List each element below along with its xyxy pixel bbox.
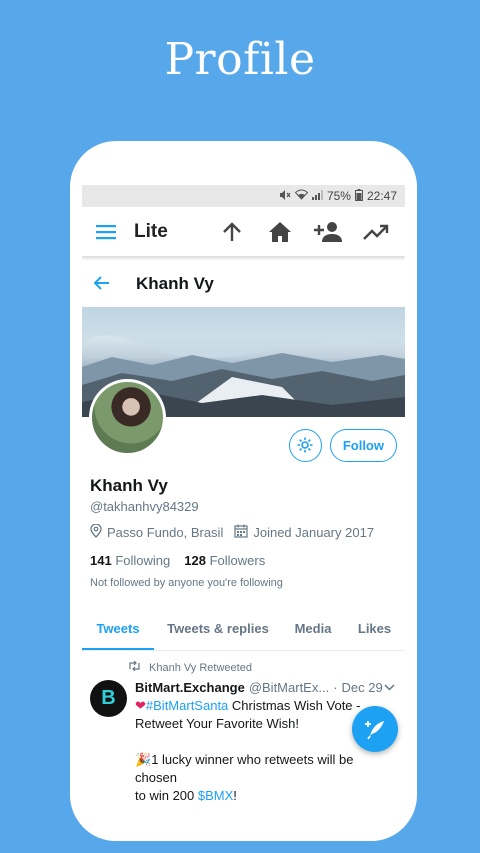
back-arrow-icon[interactable] [93,274,124,295]
cashtag-link[interactable]: $BMX [198,788,233,803]
profile-info: Khanh Vy @takhanhvy84329 Passo Fundo, Br… [82,476,405,589]
tweet-user-name[interactable]: BitMart.Exchange [135,680,245,695]
tab-tweets[interactable]: Tweets [82,609,154,650]
tweet-avatar[interactable]: B [90,680,127,717]
following-count: 141 [90,553,112,568]
tweet-line-2: 🎉1 lucky winner who retweets will be cho… [135,751,395,787]
tab-likes[interactable]: Likes [344,609,405,650]
phone-frame: 75% 22:47 Lite Khanh Vy Follow Khanh Vy … [70,141,417,841]
add-user-icon[interactable] [313,217,343,247]
followers-count: 128 [184,553,206,568]
follow-counts: 141 Following 128 Followers [90,553,397,568]
calendar-icon [234,524,248,541]
tweet-content-row: B BitMart.Exchange @BitMartEx... · Dec 2… [90,680,397,805]
profile-meta: Passo Fundo, Brasil Joined January 2017 [90,523,397,541]
profile-avatar[interactable] [89,379,166,456]
app-screen: 75% 22:47 Lite Khanh Vy Follow Khanh Vy … [82,185,405,841]
wifi-icon [294,189,309,203]
tweet-line-2-hidden: chosen [135,770,177,785]
battery-level: 75% [326,189,351,203]
mute-icon [279,189,291,204]
tab-tweets-replies[interactable]: Tweets & replies [154,609,282,650]
display-name: Khanh Vy [90,476,168,495]
user-handle: @takhanhvy84329 [90,499,199,514]
following-label: Following [115,553,171,568]
toolbar-actions [217,217,395,247]
tweet-user-handle: @BitMartEx... [248,680,330,695]
gear-icon [297,437,313,453]
location-icon [90,523,102,541]
app-brand: Lite [134,220,168,242]
arrow-up-icon[interactable] [217,217,247,247]
tweet-line-3-text: to win 200 [135,788,198,803]
compose-tweet-button[interactable] [352,706,398,752]
profile-header-name: Khanh Vy [136,274,214,293]
battery-icon [354,188,363,204]
tweet-line-3: to win 200 $BMX! [135,787,395,805]
following-link[interactable]: 141 Following [90,553,170,568]
home-icon[interactable] [265,217,295,247]
compose-quill-icon [365,721,384,740]
followers-label: Followers [209,553,266,568]
joined-text: Joined January 2017 [253,525,375,540]
trending-icon[interactable] [361,217,391,247]
profile-header: Khanh Vy [82,261,405,307]
heart-emoji-icon: ❤ [135,698,146,713]
retweet-label: Khanh Vy Retweeted [149,661,252,674]
separator-dot: · [333,680,338,695]
location-text: Passo Fundo, Brasil [107,525,224,540]
menu-icon[interactable] [92,218,120,246]
tweet-date: Dec 29 [341,680,383,695]
retweet-icon [128,660,141,674]
tab-media[interactable]: Media [282,609,344,650]
clock: 22:47 [366,189,397,203]
tweet-line-2-text: 1 lucky winner who retweets will be [151,752,354,767]
tweet-text: ❤#BitMartSanta Christmas Wish Vote - Ret… [135,697,395,805]
party-emoji-icon: 🎉 [135,752,152,767]
tweet-line-3-end: ! [233,788,237,803]
retweet-indicator: Khanh Vy Retweeted [128,660,397,674]
follow-button[interactable]: Follow [329,428,397,462]
profile-tabs: Tweets Tweets & replies Media Likes [82,609,405,651]
settings-button[interactable] [288,428,322,462]
followers-link[interactable]: 128 Followers [184,553,265,568]
app-toolbar: Lite [82,207,405,257]
hashtag-link[interactable]: #BitMartSanta [146,698,228,713]
promo-title: Profile [164,34,316,85]
chevron-down-icon[interactable] [384,682,395,694]
followed-by-note: Not followed by anyone you're following [90,577,283,589]
tweet-header: BitMart.Exchange @BitMartEx... · Dec 29 [135,680,395,695]
signal-icon [311,189,323,203]
status-bar: 75% 22:47 [82,185,405,207]
